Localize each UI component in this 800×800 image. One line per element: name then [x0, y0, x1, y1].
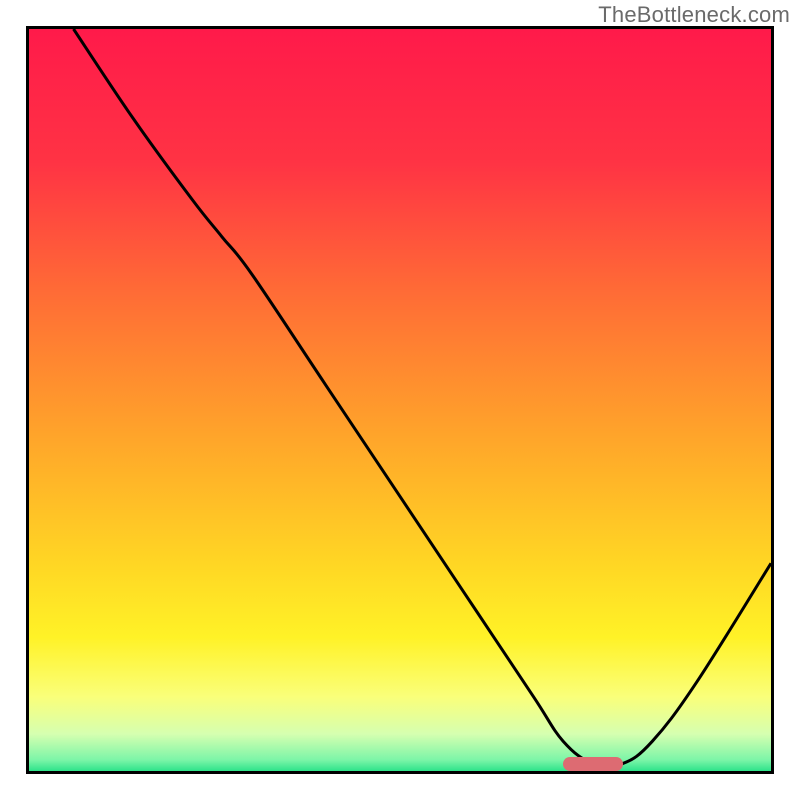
bottleneck-curve [74, 29, 771, 767]
watermark-text: TheBottleneck.com [598, 2, 790, 28]
chart-container: TheBottleneck.com [0, 0, 800, 800]
optimal-marker [563, 757, 622, 771]
plot-area [26, 26, 774, 774]
curve-layer [29, 29, 771, 771]
